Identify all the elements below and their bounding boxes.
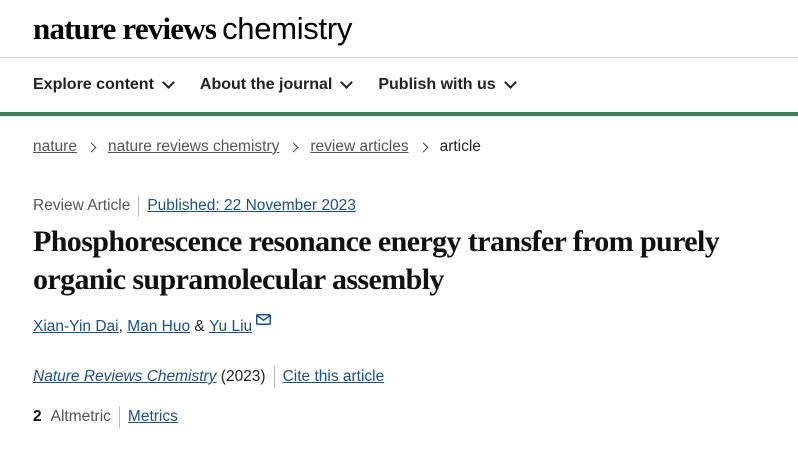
author-link-yu-liu[interactable]: Yu Liu — [209, 318, 252, 336]
chevron-right-icon — [86, 142, 97, 152]
main-nav: Explore content About the journal Publis… — [33, 70, 517, 100]
nav-publish-with-us[interactable]: Publish with us — [378, 70, 517, 100]
chevron-right-icon — [418, 142, 429, 152]
breadcrumb-nature[interactable]: nature — [33, 138, 77, 156]
publication-year: (2023) — [220, 368, 266, 385]
breadcrumb-review-articles[interactable]: review articles — [310, 138, 408, 156]
nav-about-the-journal-label: About the journal — [199, 76, 333, 93]
mail-icon[interactable] — [256, 312, 272, 330]
breadcrumb-nature-reviews-chemistry[interactable]: nature reviews chemistry — [108, 138, 279, 156]
logo-chemistry: chemistry — [222, 11, 353, 46]
breadcrumb-current: article — [439, 138, 481, 155]
cite-this-article-link[interactable]: Cite this article — [283, 368, 385, 386]
journal-logo[interactable]: nature reviews chemistry — [33, 11, 352, 47]
nav-publish-with-us-label: Publish with us — [378, 76, 496, 93]
chevron-down-icon — [503, 76, 517, 89]
header-divider — [0, 57, 798, 58]
breadcrumb: nature nature reviews chemistry review a… — [33, 138, 481, 156]
nav-about-the-journal[interactable]: About the journal — [199, 70, 354, 100]
altmetric-divider — [118, 406, 120, 428]
chevron-right-icon — [288, 142, 299, 152]
article-title: Phosphorescence resonance energy transfe… — [33, 225, 720, 296]
published-date-link[interactable]: Published: 22 November 2023 — [147, 197, 356, 215]
author-link-xian-yin-dai[interactable]: Xian-Yin Dai — [33, 318, 119, 336]
accent-bar — [0, 112, 798, 116]
logo-nature-reviews: nature reviews — [33, 11, 217, 46]
article-meta: Review Article Published: 22 November 20… — [33, 195, 356, 217]
author-link-man-huo[interactable]: Man Huo — [127, 318, 190, 336]
metrics-link[interactable]: Metrics — [128, 408, 178, 426]
altmetric-score: 2 — [33, 408, 42, 425]
site-header: nature reviews chemistry — [0, 0, 798, 58]
nav-explore-content[interactable]: Explore content — [33, 70, 175, 100]
altmetric-row: 2 Altmetric Metrics — [33, 406, 178, 428]
journal-link[interactable]: Nature Reviews Chemistry — [33, 368, 216, 386]
meta-divider — [138, 195, 140, 217]
author-list: Xian-Yin Dai, Man Huo & Yu Liu — [33, 314, 272, 336]
altmetric-label: Altmetric — [50, 408, 111, 425]
article-type: Review Article — [33, 197, 131, 214]
citation-divider — [273, 366, 275, 388]
author-separator-ampersand: & — [194, 318, 205, 335]
chevron-down-icon — [162, 76, 175, 89]
citation-line: Nature Reviews Chemistry (2023) Cite thi… — [33, 366, 384, 388]
author-separator-comma: , — [118, 318, 123, 335]
nav-explore-content-label: Explore content — [33, 76, 154, 93]
chevron-down-icon — [340, 76, 354, 89]
